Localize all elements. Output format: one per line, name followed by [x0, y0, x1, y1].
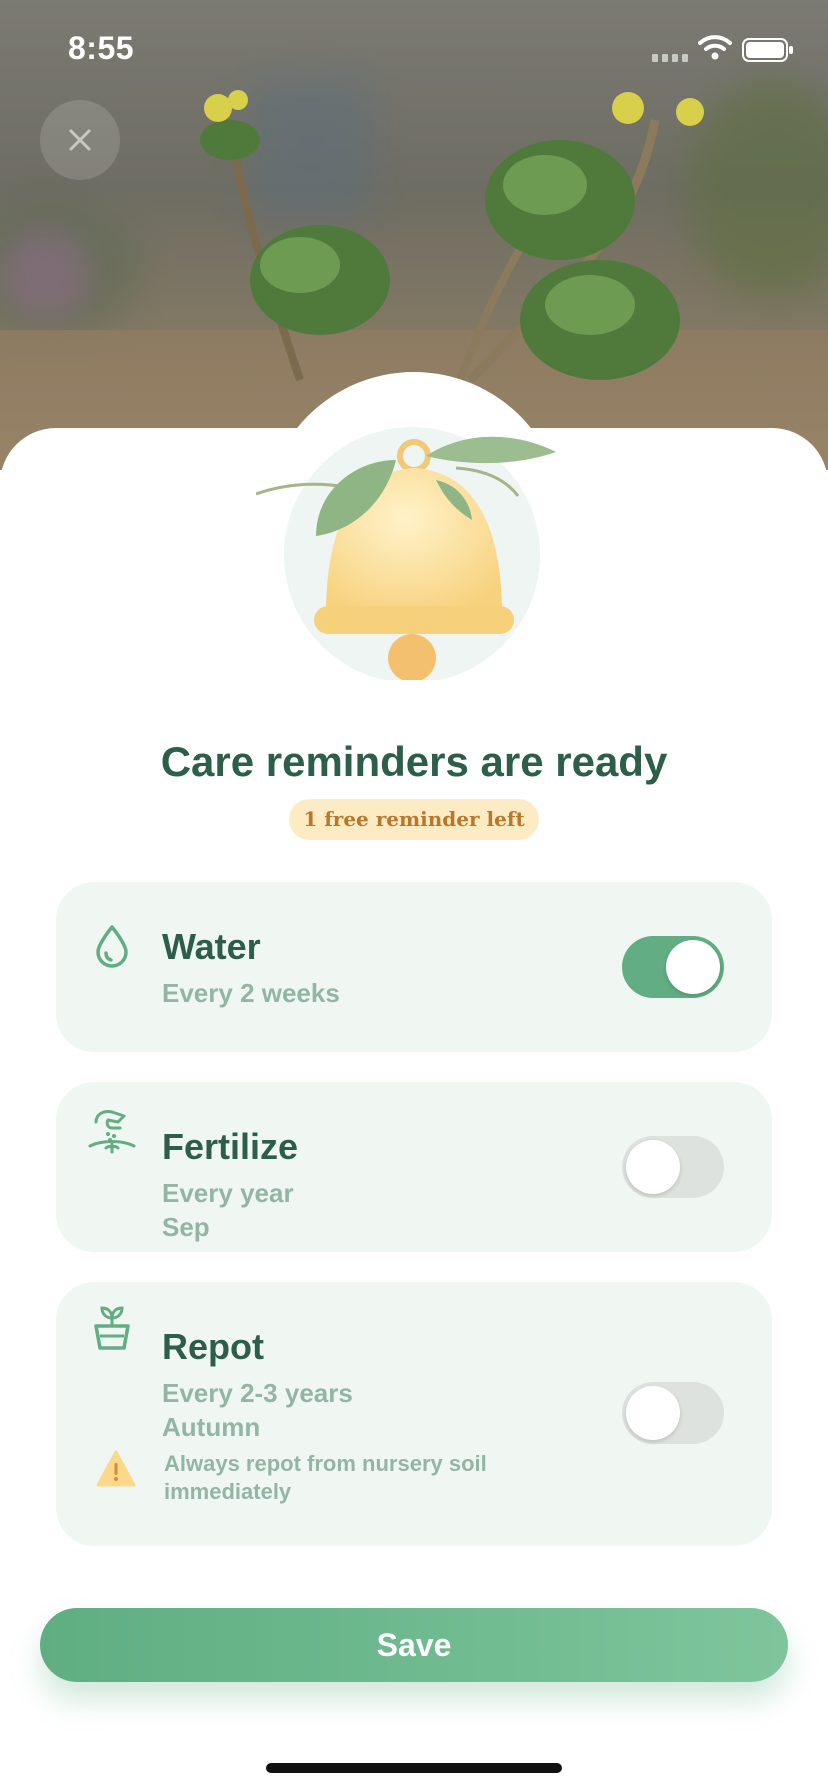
status-bar: 8:55 [0, 0, 828, 100]
status-time: 8:55 [68, 30, 135, 66]
fertilize-toggle[interactable] [622, 1136, 724, 1198]
pot-icon [94, 1306, 130, 1350]
reminder-card-repot: Repot Every 2-3 years Autumn Always repo… [56, 1282, 772, 1546]
reminder-season: Autumn [162, 1412, 261, 1442]
warning-icon [96, 1450, 136, 1487]
repot-warning: Always repot from nursery soil immediate… [164, 1451, 487, 1504]
fertilize-icon [88, 1110, 136, 1154]
reminder-frequency: Every 2 weeks [162, 978, 340, 1008]
free-reminder-badge: 1 free reminder left [289, 799, 539, 840]
reminder-card-water: Water Every 2 weeks [56, 882, 772, 1052]
signal-icon [652, 54, 688, 62]
battery-icon [742, 38, 793, 62]
water-toggle[interactable] [622, 936, 724, 998]
reminder-name: Fertilize [162, 1126, 299, 1167]
page-title: Care reminders are ready [160, 738, 668, 785]
reminder-frequency: Every 2-3 years [162, 1378, 353, 1408]
close-icon [69, 129, 91, 151]
repot-toggle[interactable] [622, 1382, 724, 1444]
wifi-icon [698, 35, 732, 60]
water-drop-icon [96, 925, 128, 968]
save-button[interactable]: Save [40, 1608, 788, 1682]
reminder-card-fertilize: Fertilize Every year Sep [56, 1082, 772, 1252]
reminder-name: Repot [162, 1326, 264, 1367]
reminder-frequency: Every year [162, 1178, 294, 1208]
bell-illustration [255, 420, 576, 683]
home-indicator [266, 1763, 562, 1773]
reminder-name: Water [162, 926, 261, 967]
close-button[interactable] [40, 100, 120, 180]
reminder-month: Sep [162, 1212, 210, 1242]
